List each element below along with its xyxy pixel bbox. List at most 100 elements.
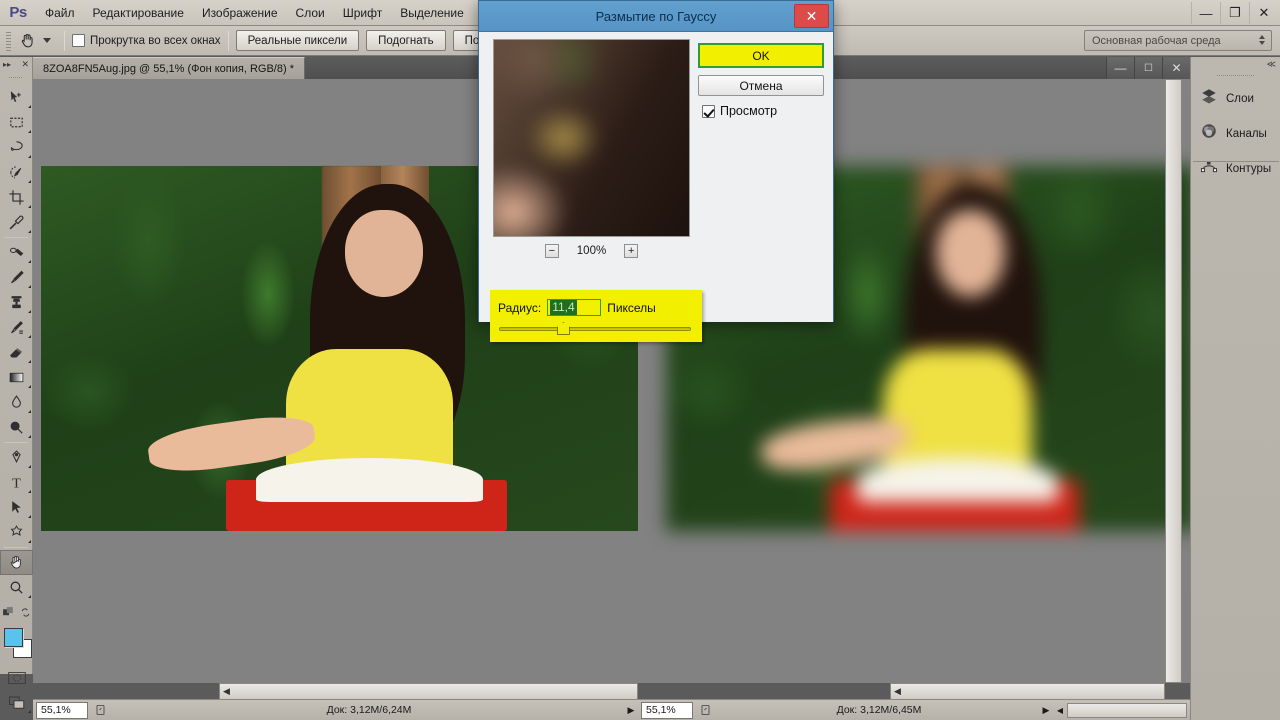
chevron-updown-icon[interactable] [1259, 35, 1265, 45]
radius-control-panel: Радиус: 11,4 Пикселы [490, 290, 702, 342]
tool-blur[interactable] [0, 390, 33, 415]
tool-pen[interactable] [0, 445, 33, 470]
screen-mode-toggle[interactable] [0, 690, 33, 715]
status-scrollbar-thumb[interactable] [1067, 703, 1187, 718]
radius-input[interactable]: 11,4 [547, 299, 601, 316]
gaussian-blur-dialog: Размытие по Гауссу ✕ − 100% + OK Отмена … [478, 0, 834, 322]
tool-corner-icon [28, 465, 31, 468]
tool-corner-icon [28, 205, 31, 208]
workspace-selector[interactable]: Основная рабочая среда [1084, 30, 1272, 51]
radius-slider-thumb[interactable] [557, 322, 570, 335]
toolbox-grip[interactable] [9, 74, 23, 82]
tool-preset-chevron-down-icon[interactable] [43, 38, 51, 43]
document-window-controls: — ☐ ✕ [1106, 57, 1190, 79]
options-separator-2 [228, 31, 229, 51]
tool-eyedropper[interactable] [0, 210, 33, 235]
dialog-title-bar[interactable]: Размытие по Гауссу ✕ [479, 1, 833, 32]
tool-brush[interactable] [0, 265, 33, 290]
color-swatches[interactable] [0, 625, 33, 665]
document-size-original: Док: 3,12M/6,24M [114, 704, 624, 716]
document-minimize-button[interactable]: — [1106, 57, 1134, 79]
cancel-button[interactable]: Отмена [698, 75, 824, 96]
panel-dock-collapse-icon[interactable]: ≪ [1191, 57, 1280, 71]
tool-hand[interactable] [0, 550, 33, 575]
vertical-scrollbar-blurred[interactable] [1165, 79, 1182, 683]
preview-zoom-in-button[interactable]: + [624, 244, 638, 258]
preview-zoom-percent: 100% [577, 245, 606, 257]
zoom-field-original[interactable]: 55,1% [36, 702, 88, 719]
actual-pixels-button[interactable]: Реальные пиксели [236, 30, 360, 51]
panel-dock-grip[interactable] [1217, 71, 1254, 81]
tool-corner-icon [28, 435, 31, 438]
document-maximize-button[interactable]: ☐ [1134, 57, 1162, 79]
menu-edit[interactable]: Редактирование [84, 0, 193, 26]
blur-preview-thumbnail[interactable] [493, 39, 690, 237]
tool-corner-icon [28, 595, 31, 598]
horizontal-scrollbar-blurred[interactable]: ◀ [890, 683, 1165, 700]
tool-crop[interactable] [0, 185, 33, 210]
tool-zoom[interactable] [0, 575, 33, 600]
radius-slider-track[interactable] [499, 327, 691, 331]
panel-dock: ≪ Слои Каналы Контуры [1190, 57, 1280, 720]
tool-rectangular-marquee[interactable] [0, 110, 33, 135]
edit-in-quick-mask-row [0, 600, 33, 625]
toolbox-collapse-icon[interactable]: ▸▸ [3, 60, 11, 69]
close-button[interactable]: ✕ [1249, 2, 1278, 24]
status-expand-arrow-original[interactable]: ▶ [624, 705, 638, 716]
menu-image[interactable]: Изображение [193, 0, 287, 26]
foreground-color-swatch[interactable] [4, 628, 23, 647]
scroll-all-windows-box[interactable] [72, 34, 85, 47]
zoom-field-blurred[interactable]: 55,1% [641, 702, 693, 719]
tool-corner-icon [28, 130, 31, 133]
document-info-icon[interactable] [91, 702, 111, 719]
menu-file[interactable]: Файл [36, 0, 84, 26]
tool-lasso[interactable] [0, 135, 33, 160]
toolbox-divider-3 [4, 547, 28, 548]
minimize-button[interactable]: — [1191, 2, 1220, 24]
preview-zoom-out-button[interactable]: − [545, 244, 559, 258]
tool-history-brush[interactable] [0, 315, 33, 340]
panel-item-layers[interactable]: Слои [1191, 81, 1280, 116]
panel-item-channels[interactable]: Каналы [1191, 116, 1280, 151]
document-close-button[interactable]: ✕ [1162, 57, 1190, 79]
radius-row: Радиус: 11,4 Пикселы [498, 299, 656, 316]
tool-dodge[interactable] [0, 415, 33, 440]
tool-path-selection[interactable] [0, 495, 33, 520]
tool-corner-icon [28, 385, 31, 388]
dialog-close-button[interactable]: ✕ [794, 4, 829, 28]
horizontal-scrollbar-original[interactable]: ◀ [219, 683, 638, 700]
scroll-all-windows-checkbox[interactable]: Прокрутка во всех окнах [72, 34, 221, 47]
tool-type[interactable]: T [0, 470, 33, 495]
status-scroll-left-arrow[interactable]: ◀ [1053, 706, 1067, 715]
menu-type[interactable]: Шрифт [334, 0, 391, 26]
ok-button[interactable]: OK [701, 46, 821, 65]
tool-custom-shape[interactable] [0, 520, 33, 545]
status-expand-arrow-blurred[interactable]: ▶ [1039, 705, 1053, 716]
toolbox-close-icon[interactable]: ✕ [21, 59, 29, 70]
tool-corner-icon [28, 155, 31, 158]
tool-spot-healing-brush[interactable] [0, 240, 33, 265]
tool-quick-selection[interactable] [0, 160, 33, 185]
radius-label: Радиус: [498, 301, 541, 315]
document-tab-original[interactable]: 8ZOA8FN5Aug.jpg @ 55,1% (Фон копия, RGB/… [33, 57, 305, 79]
fit-screen-button[interactable]: Подогнать [366, 30, 445, 51]
restore-button[interactable]: ❐ [1220, 2, 1249, 24]
photo-face [936, 210, 1005, 298]
preview-checkbox[interactable]: Просмотр [702, 104, 777, 118]
dialog-title: Размытие по Гауссу [596, 9, 717, 24]
options-bar-grip[interactable] [5, 30, 12, 52]
workspace-selector-value: Основная рабочая среда [1092, 35, 1221, 47]
tool-move[interactable] [0, 85, 33, 110]
options-separator-1 [64, 31, 65, 51]
menu-select[interactable]: Выделение [391, 0, 473, 26]
preview-checkbox-box[interactable] [702, 105, 715, 118]
tool-gradient[interactable] [0, 365, 33, 390]
menu-layers[interactable]: Слои [287, 0, 334, 26]
quick-mask-toggle[interactable] [0, 665, 33, 690]
tool-clone-stamp[interactable] [0, 290, 33, 315]
panel-label-channels: Каналы [1226, 128, 1267, 140]
document-info-icon[interactable] [696, 702, 716, 719]
tool-eraser[interactable] [0, 340, 33, 365]
radius-units-label: Пикселы [607, 301, 656, 315]
hand-tool-icon[interactable] [15, 29, 41, 53]
